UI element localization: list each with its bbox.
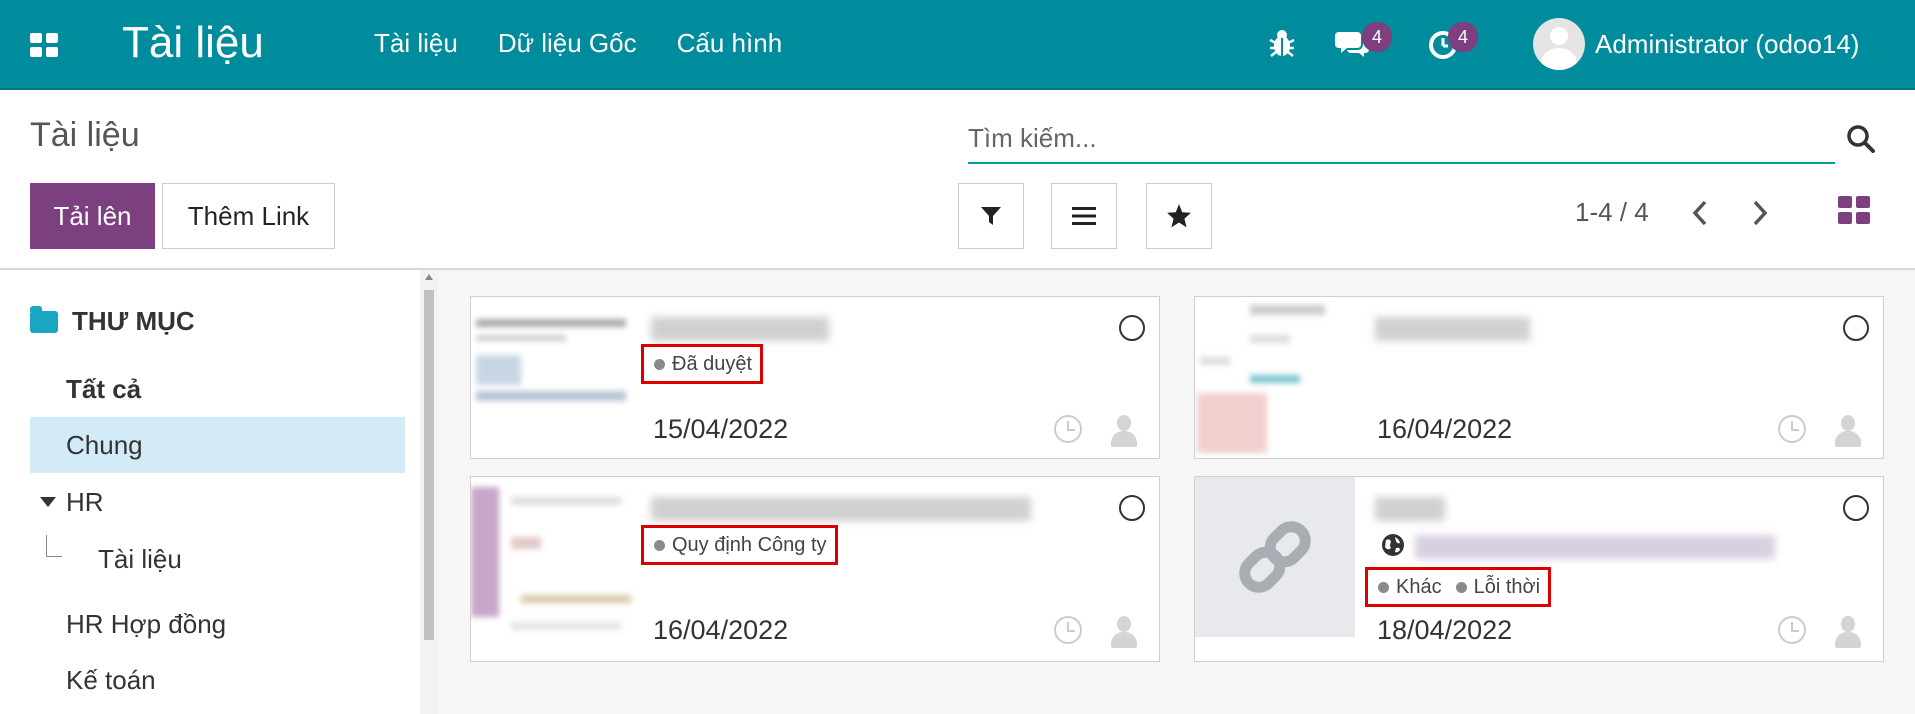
menu-item-configuration[interactable]: Cấu hình [677, 28, 783, 59]
select-checkbox[interactable] [1843, 315, 1869, 341]
link-name-blurred [1375, 497, 1445, 521]
document-thumbnail [471, 297, 636, 458]
tag-dot [654, 539, 665, 551]
top-menu: Tài liệu Dữ liệu Gốc Cấu hình [374, 28, 822, 59]
tag-highlight: Quy định Công ty [641, 525, 838, 565]
document-card[interactable]: Đã duyệt 15/04/2022 [470, 296, 1160, 459]
sidebar-item-hr-documents[interactable]: Tài liệu [62, 531, 405, 587]
link-url-blurred [1415, 535, 1775, 559]
select-checkbox[interactable] [1119, 315, 1145, 341]
sidebar-scrollbar[interactable] [420, 270, 438, 714]
filter-button[interactable] [958, 183, 1024, 249]
filter-icon [981, 207, 1001, 225]
star-icon [1167, 204, 1191, 228]
debug-button[interactable] [1268, 28, 1296, 58]
document-date: 18/04/2022 [1377, 615, 1513, 645]
sidebar-item-general[interactable]: Chung [30, 417, 405, 473]
user-avatar [1533, 18, 1585, 70]
document-name-blurred [651, 497, 1031, 521]
bug-icon [1269, 30, 1295, 57]
document-card[interactable]: Khác Lỗi thời 18/04/2022 [1194, 476, 1884, 662]
activity-icon[interactable] [1778, 616, 1806, 644]
tag-dot [1455, 581, 1467, 593]
folder-icon [30, 305, 58, 333]
document-thumbnail [471, 477, 636, 661]
sidebar-item-hr[interactable]: HR [30, 474, 405, 530]
owner-avatar-icon[interactable] [1109, 616, 1139, 648]
document-thumbnail [1195, 297, 1360, 458]
tag-label: Quy định Công ty [672, 533, 827, 556]
tag-label: Khác [1396, 575, 1442, 598]
sidebar-item-all[interactable]: Tất cả [30, 361, 405, 417]
tag-dot [1378, 581, 1389, 593]
chevron-left-icon [1692, 200, 1707, 226]
tag-highlight: Đã duyệt [641, 344, 764, 384]
upload-button[interactable]: Tải lên [30, 183, 155, 249]
tag-label: Lỗi thời [1473, 575, 1541, 598]
document-date: 16/04/2022 [653, 615, 789, 645]
activity-icon[interactable] [1054, 616, 1082, 644]
apps-menu-icon[interactable] [30, 33, 58, 57]
search-icon [1847, 125, 1875, 153]
activities-count-badge: 4 [1448, 22, 1478, 52]
owner-avatar-icon[interactable] [1833, 616, 1863, 648]
search-button[interactable] [1846, 124, 1880, 158]
owner-avatar-icon[interactable] [1109, 415, 1139, 447]
search-bar [968, 118, 1835, 164]
tag-highlight: Khác Lỗi thời [1365, 567, 1552, 607]
activity-icon[interactable] [1054, 415, 1082, 443]
user-name: Administrator (odoo14) [1595, 28, 1860, 59]
pager-value[interactable]: 1-4 / 4 [1575, 197, 1649, 228]
link-chain-icon [1239, 521, 1311, 593]
pager-next-button[interactable] [1750, 198, 1770, 236]
document-name-blurred [651, 317, 829, 341]
activity-icon[interactable] [1778, 415, 1806, 443]
globe-icon [1382, 534, 1404, 556]
top-navbar: Tài liệu Tài liệu Dữ liệu Gốc Cấu hình 4 [0, 0, 1915, 90]
document-date: 15/04/2022 [653, 414, 789, 444]
kanban-area: Đã duyệt 15/04/2022 16/04/2022 Quy định … [438, 270, 1915, 714]
pager-previous-button[interactable] [1690, 198, 1710, 236]
tag-label: Đã duyệt [672, 352, 753, 375]
scroll-up-arrow[interactable] [425, 274, 433, 280]
search-input[interactable] [968, 118, 1835, 158]
favorites-button[interactable] [1146, 183, 1212, 249]
select-checkbox[interactable] [1119, 495, 1145, 521]
add-link-button[interactable]: Thêm Link [162, 183, 335, 249]
scrollbar-thumb[interactable] [424, 290, 434, 640]
app-brand: Tài liệu [122, 18, 264, 67]
document-name-blurred [1375, 317, 1530, 341]
kanban-view-icon[interactable] [1838, 196, 1870, 224]
tree-connector [46, 535, 62, 557]
sidebar-item-hr-contracts[interactable]: HR Hợp đồng [30, 596, 405, 652]
document-card[interactable]: 16/04/2022 [1194, 296, 1884, 459]
select-checkbox[interactable] [1843, 495, 1869, 521]
link-thumbnail [1195, 477, 1355, 637]
owner-avatar-icon[interactable] [1833, 415, 1863, 447]
chevron-right-icon [1753, 200, 1768, 226]
group-by-button[interactable] [1051, 183, 1117, 249]
document-date: 16/04/2022 [1377, 414, 1513, 444]
menu-item-documents[interactable]: Tài liệu [374, 28, 458, 59]
user-menu[interactable]: Administrator (odoo14) [1533, 18, 1859, 70]
folders-header: THƯ MỤC [30, 305, 195, 337]
menu-item-master-data[interactable]: Dữ liệu Gốc [498, 28, 637, 59]
sidebar-item-accounting[interactable]: Kế toán [30, 652, 405, 708]
messages-count-badge: 4 [1362, 22, 1392, 52]
document-card[interactable]: Quy định Công ty 16/04/2022 [470, 476, 1160, 662]
page-title: Tài liệu [30, 116, 140, 154]
list-icon [1072, 207, 1096, 225]
tag-dot [654, 358, 665, 370]
